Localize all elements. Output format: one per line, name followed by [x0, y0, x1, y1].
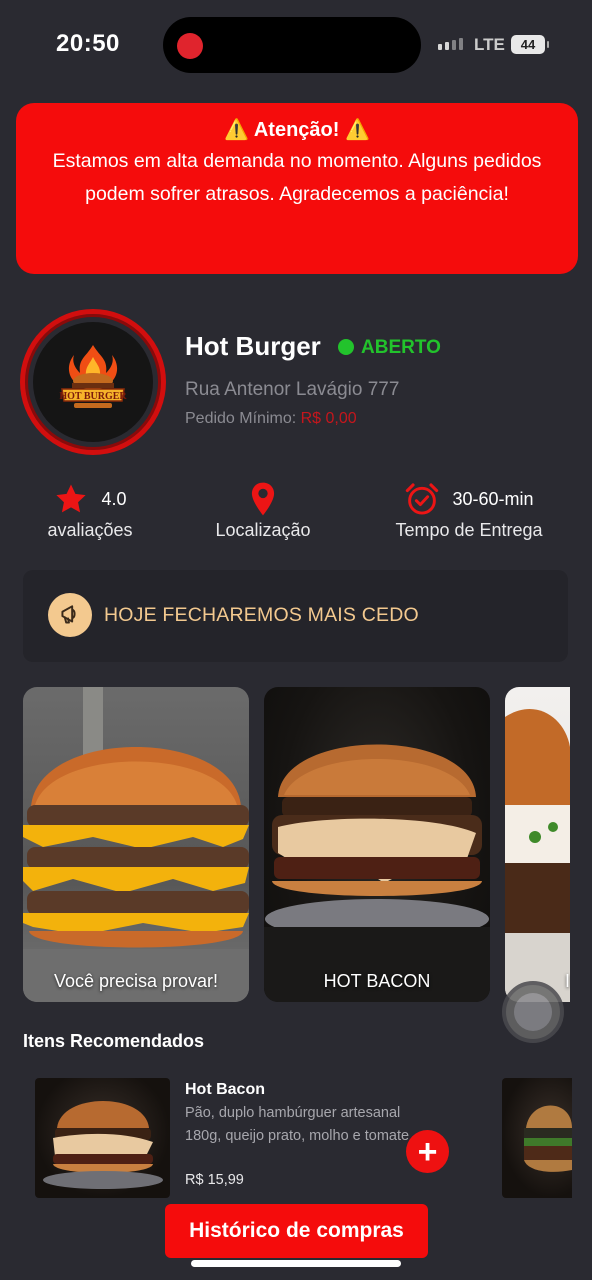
floating-touch-button[interactable]	[502, 981, 564, 1043]
restaurant-logo: HOT BURGER	[20, 309, 166, 455]
delivery-time-label: Tempo de Entrega	[395, 520, 543, 540]
home-indicator[interactable]	[191, 1260, 401, 1267]
alert-message: Estamos em alta demanda no momento. Algu…	[52, 150, 542, 205]
star-icon	[56, 484, 87, 513]
product-image[interactable]	[502, 1078, 572, 1198]
notice-banner: HOJE FECHAREMOS MAIS CEDO	[23, 570, 568, 662]
network-type: LTE	[474, 35, 505, 54]
battery-icon: 44	[511, 35, 549, 54]
alert-banner: ⚠️ Atenção! ⚠️ Estamos em alta demanda n…	[16, 103, 578, 274]
min-order-value: R$ 0,00	[300, 410, 357, 427]
signal-icon	[438, 38, 463, 50]
purchase-history-button[interactable]: Histórico de compras	[165, 1204, 428, 1258]
delivery-time-value: 30-60-min	[452, 488, 534, 509]
product-price: R$ 15,99	[185, 1172, 244, 1188]
delivery-time-info: 30-60-min Tempo de Entrega	[388, 480, 550, 541]
hot-burger-logo-icon: HOT BURGER	[33, 322, 153, 442]
burger-image	[264, 744, 490, 1002]
dynamic-island	[163, 17, 421, 73]
megaphone-icon	[48, 593, 92, 637]
status-bar: 20:50 LTE 44	[0, 0, 592, 90]
clock: 20:50	[56, 30, 120, 57]
add-to-cart-button[interactable]: +	[406, 1130, 449, 1173]
notice-text: HOJE FECHAREMOS MAIS CEDO	[104, 604, 419, 626]
recording-indicator-icon	[177, 33, 203, 59]
carousel-card[interactable]: I	[505, 687, 570, 1002]
rating-value: 4.0	[101, 488, 127, 509]
logo-text: HOT BURGER	[59, 391, 127, 402]
recommended-title: Itens Recomendados	[23, 1031, 205, 1051]
alert-title: ⚠️ Atenção! ⚠️	[224, 119, 370, 141]
open-status-label: ABERTO	[361, 337, 441, 358]
carousel-caption: HOT BACON	[323, 971, 431, 991]
carousel-caption: Você precisa provar!	[53, 971, 219, 991]
carousel-card[interactable]: HOT BACON	[264, 687, 490, 1002]
list-item[interactable]: Hot Bacon Pão, duplo hambúrguer artesana…	[35, 1078, 455, 1200]
min-order: Pedido Mínimo: R$ 0,00	[185, 410, 357, 428]
carousel-caption: I	[565, 971, 570, 991]
product-description: Pão, duplo hambúrguer artesanal 180g, qu…	[185, 1105, 410, 1144]
location-info[interactable]: Localização	[203, 480, 323, 541]
location-pin-icon	[251, 482, 275, 516]
carousel-card[interactable]: Você precisa provar!	[23, 687, 249, 1002]
product-name: Hot Bacon	[185, 1081, 265, 1098]
rating-label: avaliações	[47, 520, 133, 540]
restaurant-name: Hot Burger	[185, 331, 321, 361]
location-label: Localização	[215, 520, 311, 540]
min-order-label: Pedido Mínimo:	[185, 410, 297, 427]
alarm-clock-icon	[406, 483, 439, 515]
rating-info[interactable]: 4.0 avaliações	[30, 480, 150, 541]
open-status-icon	[338, 339, 354, 355]
burger-image	[505, 708, 570, 1002]
product-image	[35, 1078, 170, 1198]
burger-image	[23, 687, 249, 1002]
restaurant-address: Rua Antenor Lavágio 777	[185, 379, 400, 400]
